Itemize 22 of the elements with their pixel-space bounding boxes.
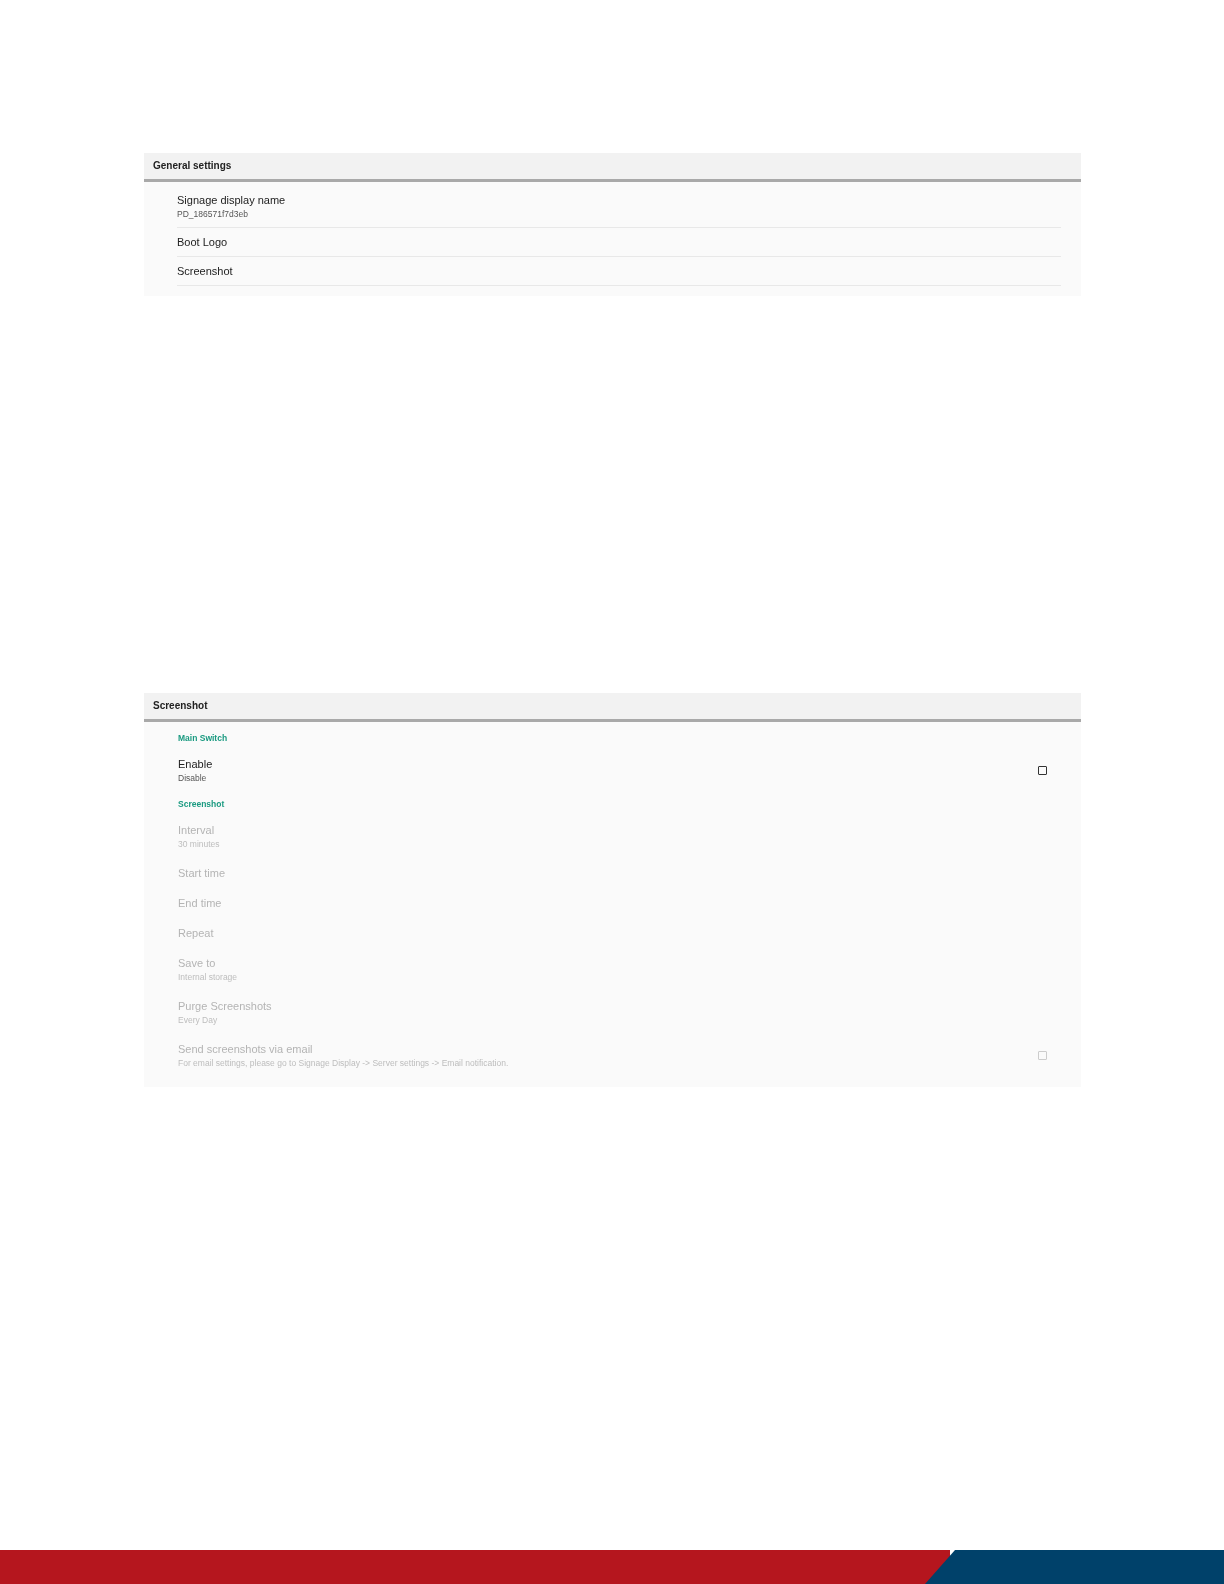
- settings-item[interactable]: Enable Disable: [177, 749, 1061, 792]
- item-title: End time: [178, 897, 222, 909]
- settings-item[interactable]: Boot Logo: [177, 228, 1061, 257]
- section-header: Main Switch: [177, 732, 229, 745]
- item-title: Interval: [178, 824, 216, 836]
- section-header: Screenshot: [177, 798, 226, 811]
- item-summary: PD_186571f7d3eb: [177, 209, 249, 219]
- item-title: Boot Logo: [177, 236, 228, 248]
- checkbox[interactable]: [1038, 766, 1047, 775]
- item-summary: Disable: [178, 773, 208, 783]
- item-title: Repeat: [178, 927, 214, 939]
- item-title: Start time: [178, 867, 226, 879]
- item-title: Screenshot: [177, 265, 233, 277]
- item-title: Signage display name: [177, 194, 286, 206]
- panel-title: General settings: [144, 153, 1081, 182]
- item-title: Send screenshots via email: [178, 1043, 314, 1055]
- settings-item[interactable]: Screenshot: [177, 257, 1061, 286]
- panel-title: Screenshot: [144, 693, 1081, 722]
- settings-item[interactable]: Signage display name PD_186571f7d3eb: [177, 186, 1061, 228]
- item-title: Purge Screenshots: [178, 1000, 272, 1012]
- item-title: Enable: [178, 758, 213, 770]
- item-title: Save to: [178, 957, 217, 969]
